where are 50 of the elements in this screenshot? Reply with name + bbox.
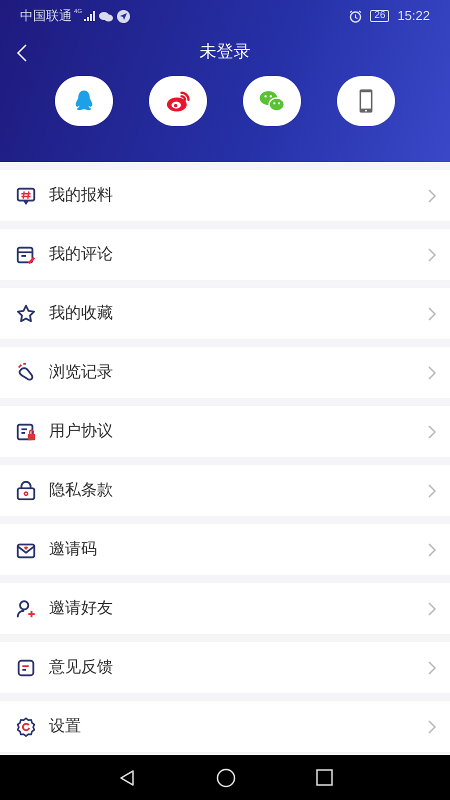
signal-icon <box>83 11 96 21</box>
menu-item[interactable]: 我的评论 <box>0 229 450 280</box>
page-title: 未登录 <box>200 41 250 64</box>
chevron-right-icon <box>428 248 436 262</box>
chevron-right-icon <box>428 484 436 498</box>
menu-label: 隐私条款 <box>49 480 114 500</box>
login-option-button[interactable] <box>149 76 207 126</box>
menu-item[interactable]: 设置 <box>0 701 450 752</box>
menu-item[interactable]: 邀请码 <box>0 524 450 575</box>
back-triangle-icon[interactable] <box>118 768 136 786</box>
menu-item[interactable]: 隐私条款 <box>0 465 450 516</box>
recent-apps-icon[interactable] <box>316 769 332 786</box>
home-circle-icon[interactable] <box>216 768 236 788</box>
chevron-right-icon <box>428 366 436 380</box>
menu-item[interactable]: 用户协议 <box>0 406 450 457</box>
chevron-right-icon <box>428 660 436 674</box>
clock-time: 15:22 <box>397 7 430 26</box>
menu-label: 意见反馈 <box>49 658 114 678</box>
location-icon <box>117 10 130 22</box>
chevron-right-icon <box>428 542 436 556</box>
menu-item[interactable]: 浏览记录 <box>0 347 450 398</box>
back-icon[interactable] <box>16 44 28 62</box>
menu-label: 我的评论 <box>49 244 114 264</box>
settings-icon <box>15 716 37 738</box>
chevron-right-icon <box>428 188 436 202</box>
menu-label: 我的报料 <box>49 186 114 206</box>
login-option-button[interactable] <box>55 76 113 126</box>
star-icon <box>15 302 37 324</box>
menu-label: 用户协议 <box>49 422 114 442</box>
login-option-button[interactable] <box>243 76 301 126</box>
chevron-right-icon <box>428 306 436 320</box>
menu-label: 我的收藏 <box>49 304 114 324</box>
menu-item[interactable]: 意见反馈 <box>0 642 450 693</box>
carrier-name: 中国联通 <box>20 7 72 26</box>
chevron-right-icon <box>428 720 436 734</box>
menu-label: 邀请码 <box>49 540 98 560</box>
chevron-right-icon <box>428 602 436 616</box>
menu-item[interactable]: 我的报料 <box>0 170 450 221</box>
add-user-icon <box>15 598 37 620</box>
menu-label: 设置 <box>49 716 82 736</box>
menu-label: 邀请好友 <box>49 598 114 618</box>
menu-label: 浏览记录 <box>49 362 114 382</box>
menu-item[interactable]: 我的收藏 <box>0 288 450 339</box>
chat-icon <box>99 10 114 22</box>
lock-icon <box>15 480 37 502</box>
alarm-icon <box>349 10 362 22</box>
chevron-right-icon <box>428 424 436 438</box>
login-option-button[interactable] <box>337 76 395 126</box>
battery-level: 26 <box>370 10 390 22</box>
menu-item[interactable]: 邀请好友 <box>0 583 450 634</box>
